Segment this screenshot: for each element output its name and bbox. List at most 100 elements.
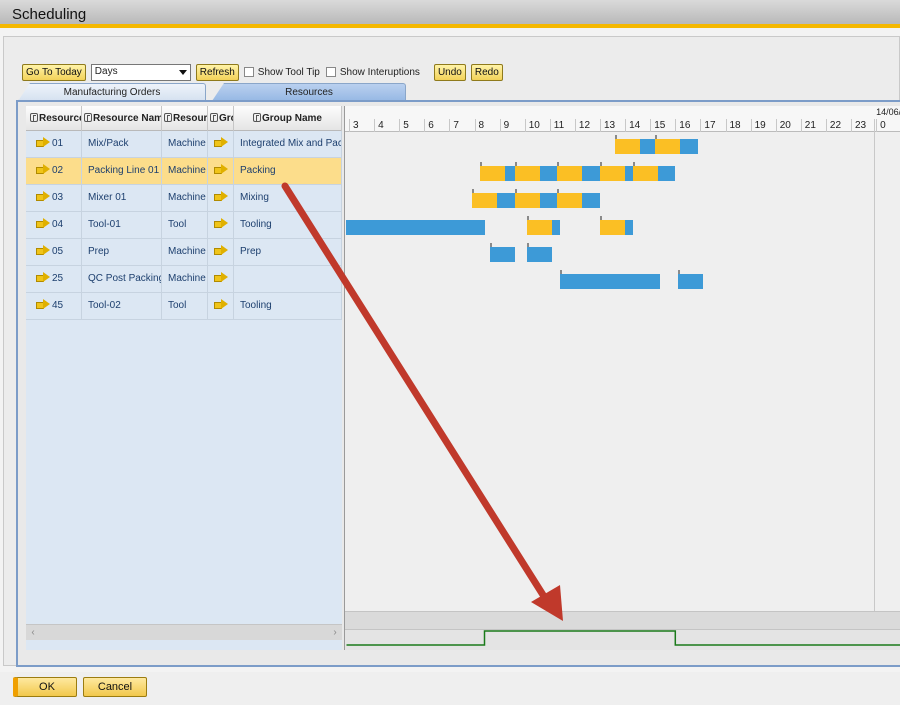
scroll-left-icon[interactable]: ‹ <box>26 625 40 640</box>
setup-bar[interactable] <box>632 166 658 181</box>
production-bar[interactable] <box>489 247 515 262</box>
production-bar[interactable] <box>680 139 698 154</box>
production-bar[interactable] <box>625 166 633 181</box>
setup-bar[interactable] <box>557 166 583 181</box>
filter-icon[interactable] <box>30 113 38 122</box>
group-name-cell <box>234 266 342 293</box>
production-bar[interactable] <box>539 166 558 181</box>
filter-icon[interactable] <box>252 113 261 122</box>
column-header-resource[interactable]: Resource <box>26 106 82 131</box>
scroll-right-icon[interactable]: › <box>328 625 342 640</box>
link-arrow-icon[interactable] <box>214 218 228 228</box>
group-icon-cell <box>208 212 234 239</box>
group-name-cell: Tooling <box>234 212 342 239</box>
production-bar[interactable] <box>582 166 600 181</box>
production-bar[interactable] <box>582 193 600 208</box>
setup-bar[interactable] <box>514 193 540 208</box>
timeline-hour: 17 <box>700 119 725 132</box>
production-bar[interactable] <box>625 220 633 235</box>
link-arrow-icon[interactable] <box>214 299 228 309</box>
production-bar[interactable] <box>346 220 485 235</box>
setup-bar[interactable] <box>557 193 583 208</box>
column-header-resource-name[interactable]: Resource Name <box>82 106 162 131</box>
link-arrow-icon[interactable] <box>214 137 228 147</box>
redo-button[interactable]: Redo <box>470 63 503 81</box>
bar-start-marker <box>632 162 635 166</box>
table-row[interactable]: 03 Mixer 01 Machine Mixing <box>26 185 342 212</box>
production-bar[interactable] <box>559 274 661 289</box>
production-bar[interactable] <box>497 193 515 208</box>
table-row[interactable]: 45 Tool-02 Tool Tooling <box>26 293 342 320</box>
checkbox-icon[interactable] <box>325 67 336 77</box>
show-interruptions-checkbox[interactable]: Show Interuptions <box>325 67 420 78</box>
filter-icon[interactable] <box>210 113 218 122</box>
show-tool-tip-checkbox[interactable]: Show Tool Tip <box>243 67 320 78</box>
table-row[interactable]: 01 Mix/Pack Machine Integrated Mix and Pack <box>26 131 342 158</box>
production-bar[interactable] <box>552 220 560 235</box>
column-header-group-name[interactable]: Group Name <box>234 106 342 131</box>
timeline-hour: 23 <box>851 119 876 132</box>
link-arrow-icon[interactable] <box>36 272 50 282</box>
link-arrow-icon[interactable] <box>36 245 50 255</box>
table-row[interactable]: 05 Prep Machine Prep <box>26 239 342 266</box>
resource-name: QC Post Packing <box>88 273 162 284</box>
link-arrow-icon[interactable] <box>214 191 228 201</box>
production-bar[interactable] <box>504 166 515 181</box>
filter-icon[interactable] <box>84 113 92 122</box>
setup-bar[interactable] <box>600 220 626 235</box>
resource-code-cell: 01 <box>26 131 82 158</box>
group-icon-cell <box>208 185 234 212</box>
group-name: Packing <box>240 165 276 176</box>
timeline-hour: 16 <box>675 119 700 132</box>
go-to-today-button[interactable]: Go To Today <box>22 63 86 81</box>
bar-start-marker <box>489 243 492 247</box>
link-arrow-icon[interactable] <box>36 218 50 228</box>
setup-bar[interactable] <box>479 166 505 181</box>
column-header-group[interactable]: Gro <box>208 106 234 131</box>
bar-start-marker <box>514 189 517 193</box>
timeline-header: 14/06/ 3 4 5 6 7 8 9 10 11 12 13 14 15 16 17 18 19 20 21 22… <box>345 106 900 132</box>
link-arrow-icon[interactable] <box>36 299 50 309</box>
undo-button[interactable]: Undo <box>433 63 466 81</box>
grid-horizontal-scrollbar[interactable]: ‹ › <box>26 624 342 640</box>
resource-code: 02 <box>52 165 64 176</box>
production-bar[interactable] <box>677 274 703 289</box>
bar-start-marker <box>514 162 517 166</box>
table-row[interactable]: 25 QC Post Packing Machine <box>26 266 342 293</box>
table-row[interactable]: 04 Tool-01 Tool Tooling <box>26 212 342 239</box>
setup-bar[interactable] <box>655 139 681 154</box>
bar-start-marker <box>527 243 530 247</box>
link-arrow-icon[interactable] <box>214 164 228 174</box>
link-arrow-icon[interactable] <box>214 272 228 282</box>
production-bar[interactable] <box>539 193 558 208</box>
checkbox-icon[interactable] <box>243 67 254 77</box>
setup-bar[interactable] <box>527 220 553 235</box>
setup-bar[interactable] <box>514 166 540 181</box>
production-bar[interactable] <box>640 139 656 154</box>
table-row[interactable]: 02 Packing Line 01 Machine Packing <box>26 158 342 185</box>
filter-icon[interactable] <box>164 113 172 122</box>
gantt-chart[interactable]: 14/06/ 3 4 5 6 7 8 9 10 11 12 13 14 15 16 17 18 19 20 21 22… <box>344 106 900 650</box>
resource-type-cell: Machine <box>162 158 208 185</box>
tab-resources[interactable]: Resources <box>212 83 406 101</box>
cancel-button[interactable]: Cancel <box>83 677 147 697</box>
production-bar[interactable] <box>527 247 553 262</box>
production-bar[interactable] <box>657 166 676 181</box>
bar-start-marker <box>559 270 562 274</box>
resource-code: 03 <box>52 192 64 203</box>
resource-name-cell: Tool-01 <box>82 212 162 239</box>
link-arrow-icon[interactable] <box>36 164 50 174</box>
link-arrow-icon[interactable] <box>36 191 50 201</box>
tab-manufacturing-orders[interactable]: Manufacturing Orders <box>18 83 206 101</box>
setup-bar[interactable] <box>600 166 626 181</box>
link-arrow-icon[interactable] <box>36 137 50 147</box>
ok-button[interactable]: OK <box>13 677 77 697</box>
column-header-resource-type[interactable]: Resource <box>162 106 208 131</box>
refresh-button[interactable]: Refresh <box>195 63 239 81</box>
view-mode-select[interactable]: Days <box>90 63 191 81</box>
setup-bar[interactable] <box>471 193 498 208</box>
link-arrow-icon[interactable] <box>214 245 228 255</box>
chevron-down-icon[interactable] <box>178 69 187 75</box>
setup-bar[interactable] <box>615 139 641 154</box>
group-icon-cell <box>208 131 234 158</box>
